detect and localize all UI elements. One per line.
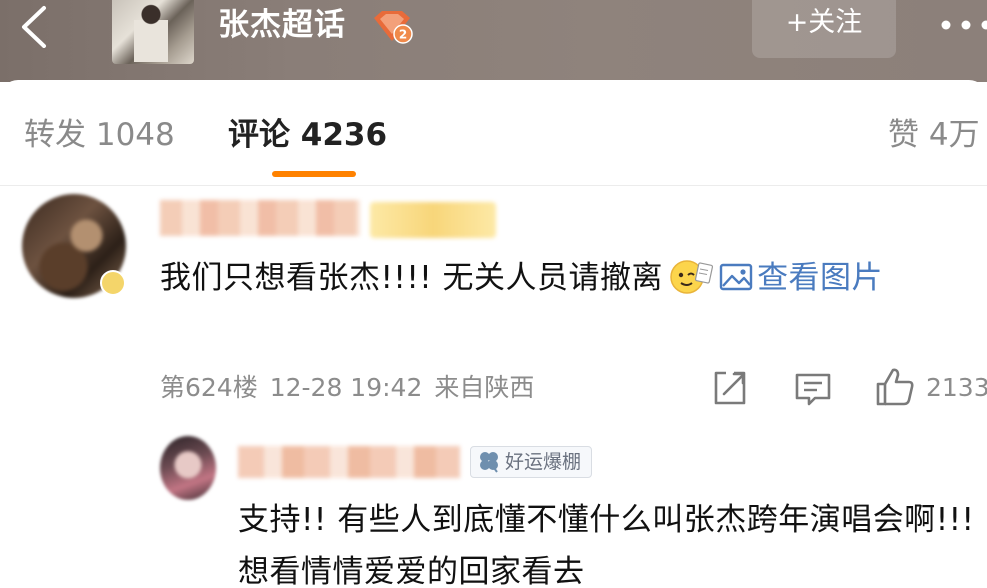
comment-location: 来自陕西 bbox=[434, 373, 535, 402]
follow-button[interactable]: +关注 bbox=[752, 0, 896, 58]
tab-likes[interactable]: 赞 4万 bbox=[888, 113, 980, 157]
view-image-link[interactable]: 查看图片 bbox=[719, 260, 883, 296]
tab-repost[interactable]: 转发 1048 bbox=[24, 113, 175, 157]
back-button[interactable] bbox=[14, 4, 54, 48]
divider bbox=[0, 185, 987, 186]
image-icon bbox=[719, 263, 753, 291]
clover-icon bbox=[480, 452, 498, 473]
active-tab-indicator bbox=[272, 171, 356, 177]
comment-text: 我们只想看张杰!!!! 无关人员请撤离 查看图片 bbox=[160, 252, 980, 304]
topic-title[interactable]: 张杰超话 bbox=[218, 2, 346, 48]
vip-badge bbox=[100, 270, 126, 296]
more-button[interactable] bbox=[938, 10, 987, 40]
share-button[interactable] bbox=[710, 368, 750, 408]
tab-comments[interactable]: 评论 4236 bbox=[228, 113, 387, 157]
level-number: 2 bbox=[399, 28, 407, 42]
username-blurred[interactable] bbox=[160, 200, 360, 236]
like-count: 2133 bbox=[926, 373, 987, 402]
like-button[interactable] bbox=[874, 366, 916, 408]
reply-button[interactable] bbox=[793, 368, 833, 408]
comment-body: 我们只想看张杰!!!! 无关人员请撤离 bbox=[160, 260, 664, 296]
reply-avatar[interactable] bbox=[160, 436, 216, 500]
topic-avatar[interactable] bbox=[112, 0, 194, 64]
reply-badge-label: 好运爆棚 bbox=[505, 451, 582, 473]
comment-time: 12-28 19:42 bbox=[269, 373, 423, 402]
level-badge-icon: 2 bbox=[374, 11, 413, 44]
floor-number: 第624楼 bbox=[160, 373, 258, 402]
view-image-label: 查看图片 bbox=[757, 260, 884, 296]
reply-text: 支持!! 有些人到底懂不懂什么叫张杰跨年演唱会啊!!! 想看情情爱爱的回家看去 bbox=[238, 502, 975, 588]
back-icon bbox=[22, 6, 46, 48]
reply-username-blurred[interactable] bbox=[238, 446, 460, 478]
topic-header: 张杰超话 2 +关注 bbox=[0, 0, 987, 82]
avatar-figure bbox=[134, 4, 168, 62]
fan-badge-blurred bbox=[370, 202, 496, 238]
like-icon bbox=[876, 368, 914, 406]
share-icon bbox=[714, 371, 746, 405]
comment-icon bbox=[795, 373, 831, 406]
more-icon bbox=[941, 20, 987, 30]
comment-meta: 第624楼 12-28 19:42 来自陕西 bbox=[160, 366, 546, 410]
reply-badge: 好运爆棚 bbox=[470, 446, 593, 478]
emoji-icon bbox=[670, 260, 714, 294]
